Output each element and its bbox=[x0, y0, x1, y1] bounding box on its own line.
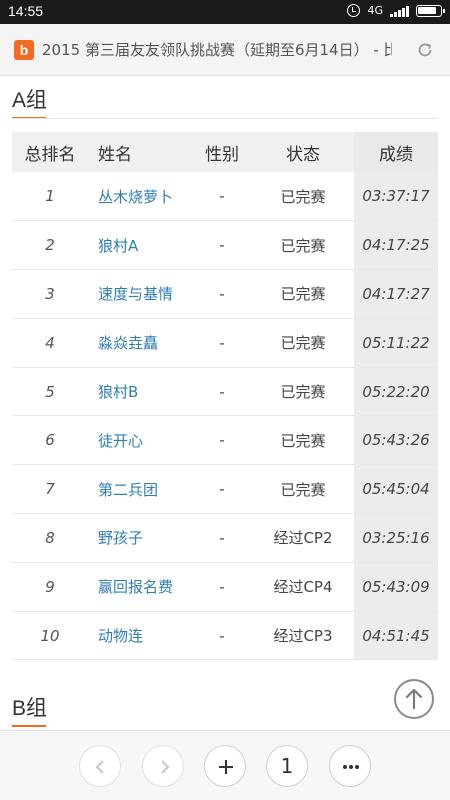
table-row: 2 狼村A - 已完赛 04:17:25 bbox=[12, 220, 438, 271]
rank-cell: 8 bbox=[12, 513, 88, 563]
status-icons: 4G bbox=[347, 4, 445, 17]
group-b-heading: B组 bbox=[12, 697, 48, 720]
more-dots-icon bbox=[343, 765, 359, 769]
status-cell: 经过CP2 bbox=[252, 513, 354, 563]
gender-cell: - bbox=[192, 562, 252, 612]
score-cell: 05:43:26 bbox=[354, 415, 438, 466]
team-name-link[interactable]: 徒开心 bbox=[88, 415, 192, 466]
table-row: 7 第二兵团 - 已完赛 05:45:04 bbox=[12, 464, 438, 515]
signal-icon bbox=[390, 5, 409, 17]
score-cell: 04:17:27 bbox=[354, 269, 438, 319]
forward-button[interactable] bbox=[142, 745, 184, 787]
score-cell: 05:45:04 bbox=[354, 464, 438, 515]
table-row: 9 赢回报名费 - 经过CP4 05:43:09 bbox=[12, 562, 438, 612]
menu-button[interactable] bbox=[329, 745, 371, 787]
results-table: 总排名 姓名 性别 状态 成绩 1 丛木烧萝卜 - 已完赛 03:37:17 2… bbox=[12, 132, 438, 661]
team-name-link[interactable]: 狼村A bbox=[88, 220, 192, 271]
address-bar[interactable]: b 2015 第三届友友领队挑战赛（延期至6月14日） - 比 bbox=[0, 24, 450, 76]
rank-cell: 3 bbox=[12, 269, 88, 319]
gender-cell: - bbox=[192, 269, 252, 319]
team-name-link[interactable]: 速度与基情 bbox=[88, 269, 192, 319]
table-row: 5 狼村B - 已完赛 05:22:20 bbox=[12, 367, 438, 417]
table-row: 4 淼焱垚矗 - 已完赛 05:11:22 bbox=[12, 318, 438, 368]
header-status: 状态 bbox=[252, 132, 354, 172]
header-rank: 总排名 bbox=[12, 132, 88, 172]
team-name-link[interactable]: 野孩子 bbox=[88, 513, 192, 563]
rank-cell: 5 bbox=[12, 367, 88, 417]
table-row: 6 徒开心 - 已完赛 05:43:26 bbox=[12, 415, 438, 466]
table-row: 1 丛木烧萝卜 - 已完赛 03:37:17 bbox=[12, 172, 438, 222]
status-time: 14:55 bbox=[8, 3, 44, 19]
team-name-link[interactable]: 狼村B bbox=[88, 367, 192, 417]
rank-cell: 1 bbox=[12, 172, 88, 222]
chevron-left-icon bbox=[95, 760, 104, 774]
status-cell: 已完赛 bbox=[252, 269, 354, 319]
status-cell: 已完赛 bbox=[252, 172, 354, 222]
team-name-link[interactable]: 赢回报名费 bbox=[88, 562, 192, 612]
back-button[interactable] bbox=[79, 745, 121, 787]
gender-cell: - bbox=[192, 513, 252, 563]
tabs-count-button[interactable]: 1 bbox=[266, 745, 308, 787]
status-cell: 已完赛 bbox=[252, 220, 354, 271]
score-cell: 04:17:25 bbox=[354, 220, 438, 271]
tab-count: 1 bbox=[280, 754, 294, 778]
rank-cell: 7 bbox=[12, 464, 88, 515]
team-name-link[interactable]: 丛木烧萝卜 bbox=[88, 172, 192, 222]
browser-toolbar: 1 bbox=[0, 730, 450, 800]
battery-icon bbox=[416, 4, 445, 17]
alarm-icon bbox=[347, 4, 361, 17]
score-cell: 03:37:17 bbox=[354, 172, 438, 222]
gender-cell: - bbox=[192, 318, 252, 368]
header-score: 成绩 bbox=[354, 132, 438, 172]
rank-cell: 4 bbox=[12, 318, 88, 368]
status-cell: 已完赛 bbox=[252, 464, 354, 515]
gender-cell: - bbox=[192, 415, 252, 466]
status-bar: 14:55 4G bbox=[0, 0, 450, 24]
rank-cell: 10 bbox=[12, 611, 88, 661]
status-cell: 已完赛 bbox=[252, 318, 354, 368]
header-name: 姓名 bbox=[88, 132, 192, 172]
rank-cell: 2 bbox=[12, 220, 88, 271]
chevron-right-icon bbox=[161, 760, 170, 774]
arrow-up-icon bbox=[405, 688, 423, 710]
table-row: 3 速度与基情 - 已完赛 04:17:27 bbox=[12, 269, 438, 319]
group-a-divider bbox=[12, 118, 438, 119]
team-name-link[interactable]: 动物连 bbox=[88, 611, 192, 661]
rank-cell: 9 bbox=[12, 562, 88, 612]
gender-cell: - bbox=[192, 464, 252, 515]
status-cell: 已完赛 bbox=[252, 367, 354, 417]
gender-cell: - bbox=[192, 172, 252, 222]
gender-cell: - bbox=[192, 367, 252, 417]
plus-icon bbox=[219, 760, 233, 774]
gender-cell: - bbox=[192, 220, 252, 271]
page-title[interactable]: 2015 第三届友友领队挑战赛（延期至6月14日） - 比 bbox=[42, 40, 392, 60]
network-type-label: 4G bbox=[367, 4, 383, 17]
site-favicon-icon: b bbox=[14, 40, 34, 60]
group-a-heading: A组 bbox=[12, 89, 48, 112]
score-cell: 03:25:16 bbox=[354, 513, 438, 563]
header-gender: 性别 bbox=[192, 132, 252, 172]
team-name-link[interactable]: 淼焱垚矗 bbox=[88, 318, 192, 368]
status-cell: 已完赛 bbox=[252, 415, 354, 466]
status-cell: 经过CP3 bbox=[252, 611, 354, 661]
score-cell: 04:51:45 bbox=[354, 611, 438, 661]
table-row: 10 动物连 - 经过CP3 04:51:45 bbox=[12, 611, 438, 661]
team-name-link[interactable]: 第二兵团 bbox=[88, 464, 192, 515]
back-to-top-button[interactable] bbox=[394, 679, 434, 719]
gender-cell: - bbox=[192, 611, 252, 661]
rank-cell: 6 bbox=[12, 415, 88, 466]
new-tab-button[interactable] bbox=[204, 745, 246, 787]
table-header-row: 总排名 姓名 性别 状态 成绩 bbox=[12, 132, 438, 172]
status-cell: 经过CP4 bbox=[252, 562, 354, 612]
refresh-icon[interactable] bbox=[416, 41, 434, 59]
score-cell: 05:43:09 bbox=[354, 562, 438, 612]
score-cell: 05:22:20 bbox=[354, 367, 438, 417]
score-cell: 05:11:22 bbox=[354, 318, 438, 368]
group-b-underline bbox=[12, 725, 46, 727]
table-row: 8 野孩子 - 经过CP2 03:25:16 bbox=[12, 513, 438, 563]
